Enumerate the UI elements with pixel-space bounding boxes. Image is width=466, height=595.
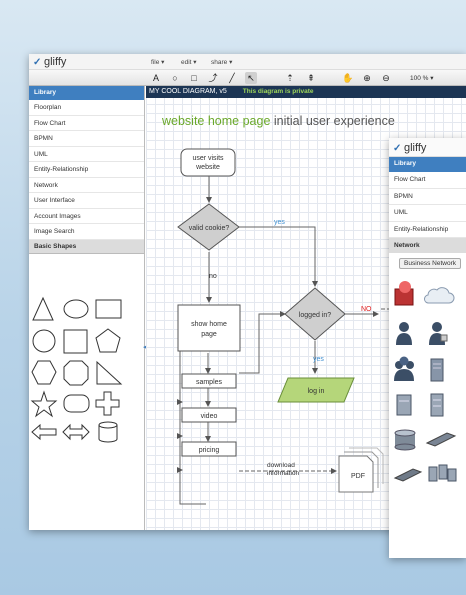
second-library-header[interactable]: Library [389, 156, 466, 172]
logo-text: gliffy [44, 56, 67, 68]
menu-edit[interactable]: edit ▾ [181, 58, 197, 66]
pointer-tool-icon[interactable]: ↖ [245, 72, 257, 84]
cloud-icon[interactable] [424, 287, 455, 304]
pdf-document-icon[interactable]: PDF [338, 447, 384, 493]
download-line2: information [267, 470, 300, 477]
sidebar-item-uml[interactable]: UML [29, 147, 144, 162]
second-logo-text: gliffy [404, 142, 427, 154]
second-topbar: ✓ gliffy [389, 138, 466, 157]
right-triangle-shape[interactable] [96, 360, 123, 385]
sidebar-item-entity-relationship[interactable]: Entity-Relationship [29, 162, 144, 178]
no-label-1: no [209, 273, 217, 280]
sidebar-item-flow-chart[interactable]: Flow Chart [29, 116, 144, 131]
cross-shape[interactable] [95, 391, 120, 416]
second-item-entity-relationship[interactable]: Entity-Relationship [389, 222, 466, 238]
second-item-uml[interactable]: UML [389, 205, 466, 222]
sidebar-item-bpmn[interactable]: BPMN [29, 131, 144, 147]
network-section[interactable]: Network [389, 238, 466, 253]
ellipse-shape[interactable] [63, 299, 89, 319]
no-label-2: NO [361, 306, 372, 313]
business-network-button[interactable]: Business Network [399, 258, 462, 269]
secure-user-icon[interactable] [429, 322, 448, 345]
gliffy-logo-icon: ✓ [33, 56, 42, 68]
app-logo: ✓ gliffy [33, 56, 66, 68]
menu-share[interactable]: share ▾ [211, 58, 232, 66]
network-cluster-icon[interactable] [428, 464, 457, 482]
rectangle-shape[interactable] [95, 299, 122, 319]
zoom-select[interactable]: 100 % ▾ [410, 74, 434, 82]
pan-hand-icon[interactable]: ✋ [342, 72, 354, 84]
send-back-icon[interactable]: ⇞ [305, 72, 317, 84]
logged-in-label: logged in? [299, 312, 331, 319]
network-icons-palette [393, 281, 457, 482]
library-header[interactable]: Library [29, 86, 144, 100]
rounded-rectangle-shape[interactable] [63, 394, 90, 413]
rectangle-tool-icon[interactable]: □ [188, 72, 200, 84]
router-icon[interactable] [393, 468, 423, 482]
user-icon[interactable] [396, 322, 412, 345]
octagon-shape[interactable] [63, 360, 89, 386]
second-item-flow-chart[interactable]: Flow Chart [389, 172, 466, 189]
server-tower-icon[interactable] [430, 358, 444, 382]
firewall-icon[interactable] [394, 281, 414, 306]
switch-icon[interactable] [425, 432, 457, 447]
hexagon-shape[interactable] [31, 360, 57, 385]
circle-shape[interactable] [32, 329, 56, 353]
start-node-line1: user visits [192, 155, 224, 162]
sidebar-item-network[interactable]: Network [29, 178, 144, 193]
bring-front-icon[interactable]: ⇡ [284, 72, 296, 84]
connector-tool-icon[interactable]: ⤴ [207, 72, 219, 84]
menu-file[interactable]: file ▾ [151, 58, 164, 66]
triangle-shape[interactable] [32, 296, 54, 321]
pentagon-shape[interactable] [95, 328, 121, 353]
sidebar-item-image-search[interactable]: Image Search [29, 224, 144, 240]
yes-label-1: yes [274, 219, 285, 226]
toolbar: A ○ □ ⤴ ╱ ↖ ⇡ ⇞ ✋ ⊕ ⊖ 100 % ▾ [29, 70, 466, 86]
log-in-label: log in [308, 388, 325, 395]
server-rack-icon[interactable] [430, 393, 444, 417]
basic-shapes-section[interactable]: Basic Shapes [29, 239, 144, 254]
network-library-window: ✓ gliffy Library Flow Chart BPMN UML Ent… [389, 138, 466, 558]
second-app-logo: ✓ gliffy [393, 142, 426, 154]
pricing-label: pricing [199, 447, 220, 454]
basic-shapes-palette [30, 296, 123, 443]
double-arrow-shape[interactable] [62, 423, 90, 441]
zoom-out-icon[interactable]: ⊖ [380, 72, 392, 84]
sidebar-item-floorplan[interactable]: Floorplan [29, 100, 144, 116]
database-icon[interactable] [394, 429, 416, 451]
pdf-label: PDF [351, 473, 365, 480]
gliffy-logo-icon: ✓ [393, 142, 402, 154]
library-sidebar: Library Floorplan Flow Chart BPMN UML En… [29, 86, 145, 530]
start-node[interactable] [180, 148, 236, 177]
yes-label-2: yes [313, 356, 324, 363]
sidebar-item-user-interface[interactable]: User Interface [29, 193, 144, 209]
cylinder-shape[interactable] [98, 421, 118, 443]
star-shape[interactable] [30, 390, 58, 418]
start-node-line2: website [195, 164, 220, 171]
line-tool-icon[interactable]: ╱ [226, 72, 238, 84]
show-home-line1: show home [191, 321, 227, 328]
server-icon[interactable] [396, 394, 412, 416]
cookie-decision-label: valid cookie? [189, 225, 230, 232]
text-tool-icon[interactable]: A [150, 72, 162, 84]
zoom-in-icon[interactable]: ⊕ [361, 72, 373, 84]
video-label: video [201, 413, 218, 420]
user-group-icon[interactable] [394, 356, 414, 382]
show-home-node[interactable] [177, 304, 241, 352]
second-item-bpmn[interactable]: BPMN [389, 189, 466, 205]
download-line1: download [267, 462, 295, 469]
samples-label: samples [196, 379, 223, 386]
menu-bar: ✓ gliffy file ▾ edit ▾ share ▾ [29, 54, 466, 70]
sidebar-item-account-images[interactable]: Account Images [29, 209, 144, 224]
left-arrow-shape[interactable] [31, 423, 57, 441]
show-home-line2: page [201, 331, 217, 338]
ellipse-tool-icon[interactable]: ○ [169, 72, 181, 84]
square-shape[interactable] [63, 329, 88, 354]
